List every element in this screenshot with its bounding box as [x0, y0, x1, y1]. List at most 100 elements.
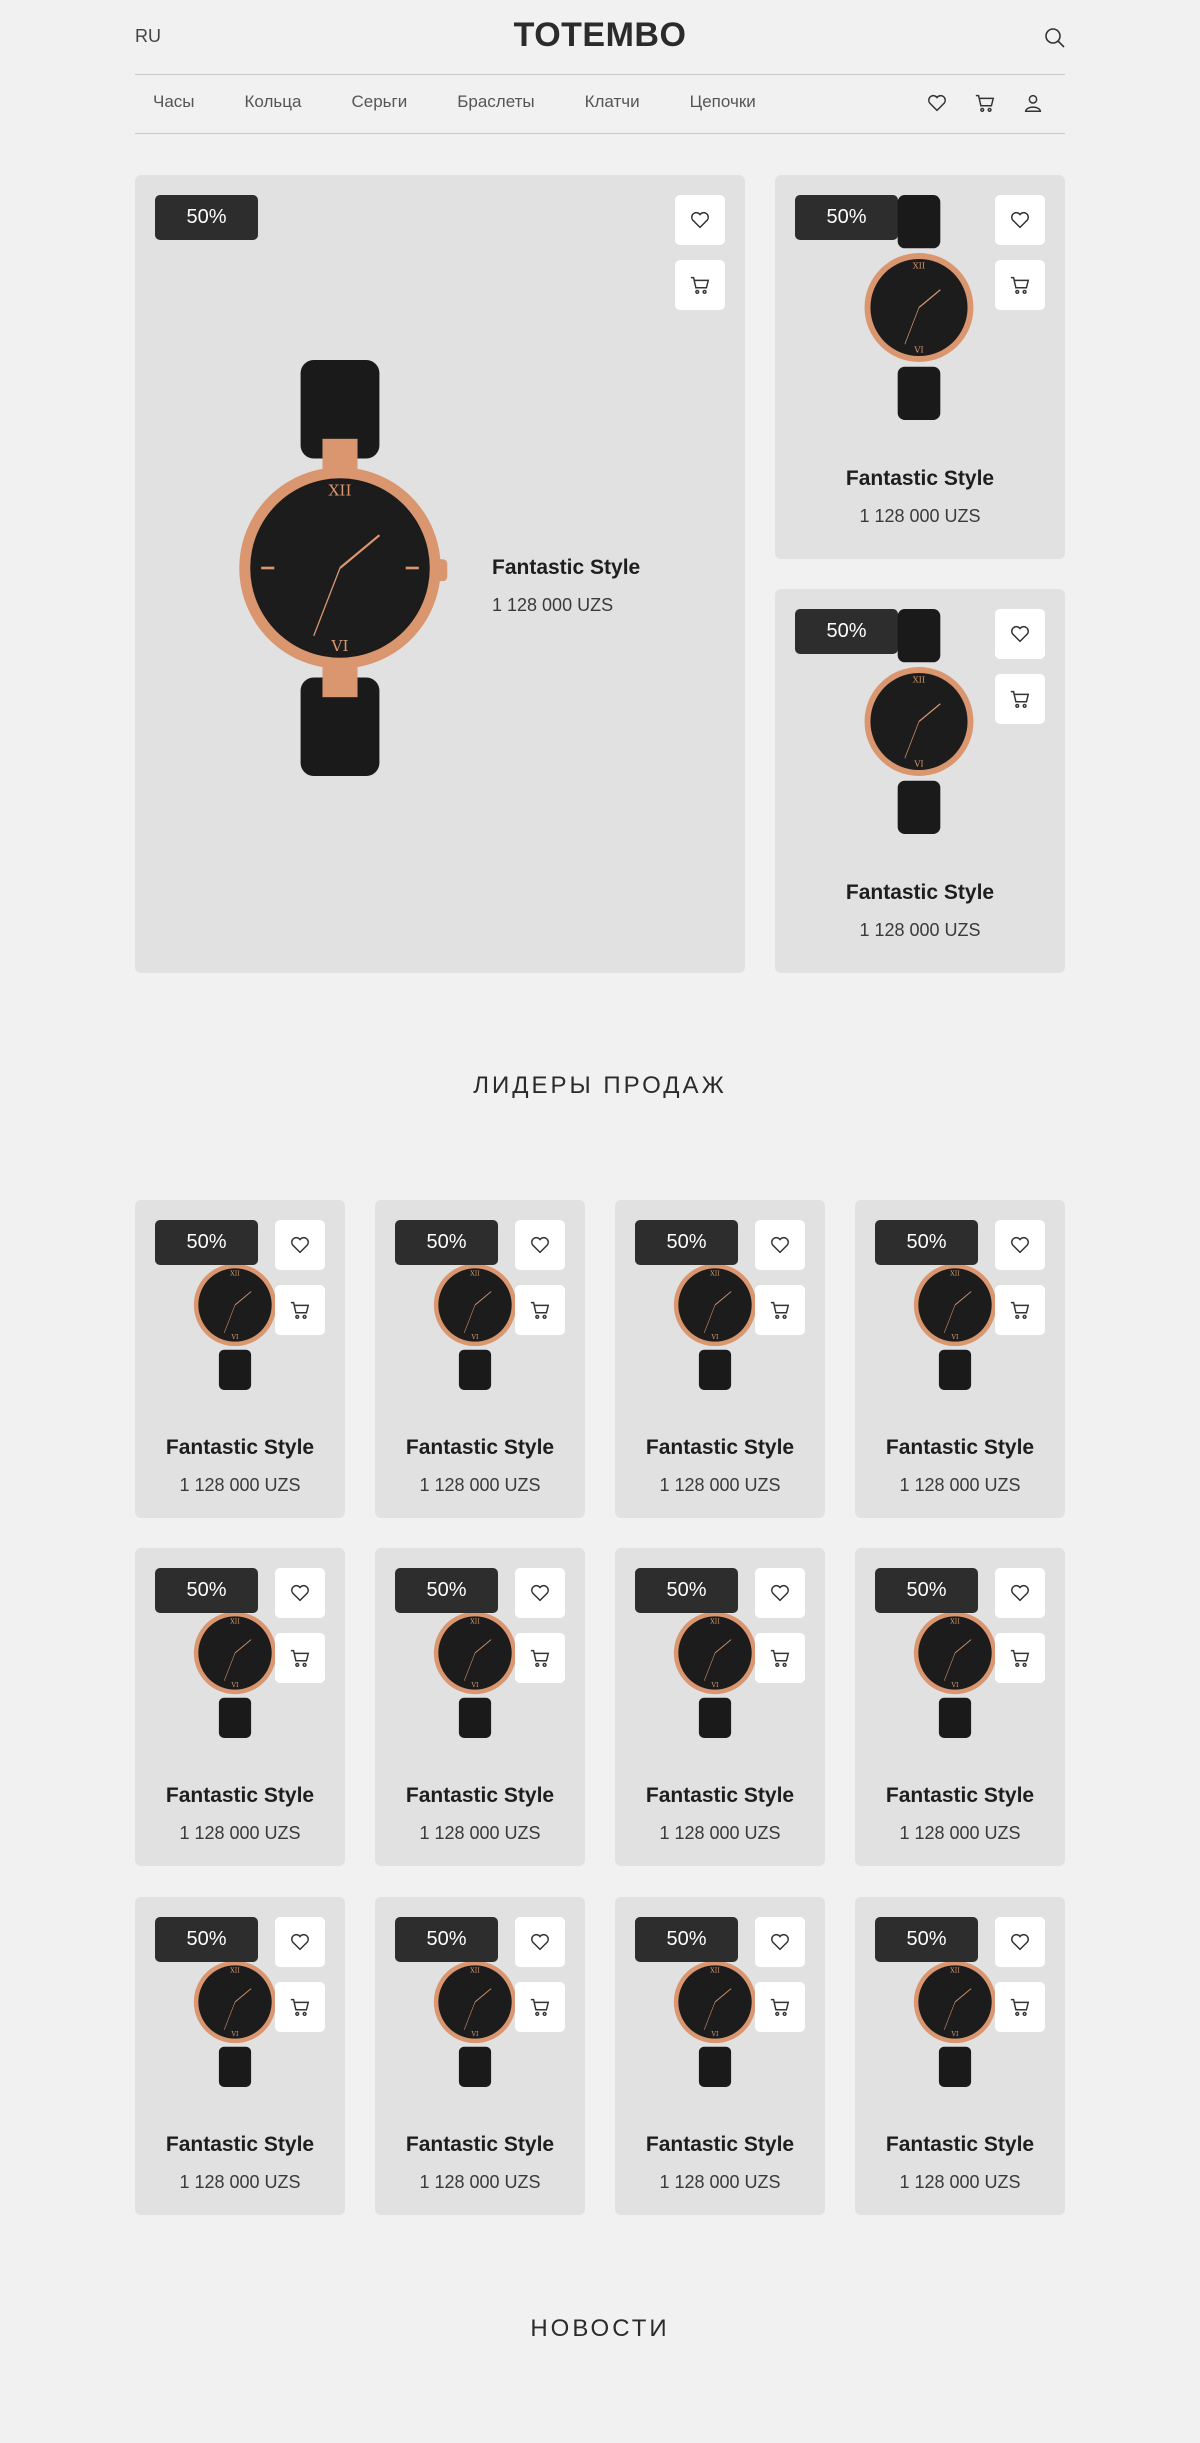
- nav-item-chains[interactable]: Цепочки: [690, 92, 756, 118]
- cart-icon: [1010, 690, 1030, 708]
- product-card[interactable]: XII VI 50% Fantastic Style 1 128 000 UZS: [375, 1548, 585, 1866]
- product-price: 1 128 000 UZS: [492, 595, 614, 615]
- discount-badge: 50%: [155, 195, 258, 240]
- product-title[interactable]: Fantastic Style: [135, 1436, 345, 1460]
- add-to-cart-button[interactable]: [675, 260, 725, 310]
- cart-icon: [770, 1301, 790, 1319]
- favorite-button[interactable]: [275, 1568, 325, 1618]
- svg-text:XII: XII: [913, 674, 925, 684]
- svg-text:VI: VI: [913, 345, 923, 355]
- product-title[interactable]: Fantastic Style: [492, 556, 640, 580]
- add-to-cart-button[interactable]: [755, 1633, 805, 1683]
- featured-side-card[interactable]: 50% XII VI Fantastic Style 1 128 000 UZS: [775, 175, 1065, 559]
- product-title[interactable]: Fantastic Style: [375, 1784, 585, 1808]
- product-card[interactable]: XII VI 50% Fantastic Style 1 128 000 UZS: [615, 1548, 825, 1866]
- user-icon[interactable]: [1022, 92, 1044, 114]
- favorite-button[interactable]: [515, 1917, 565, 1967]
- favorite-button[interactable]: [995, 195, 1045, 245]
- heart-icon: [1011, 1933, 1029, 1951]
- svg-text:VI: VI: [330, 637, 348, 655]
- product-title[interactable]: Fantastic Style: [775, 467, 1065, 491]
- header-divider-bottom: [135, 133, 1065, 134]
- add-to-cart-button[interactable]: [515, 1285, 565, 1335]
- product-card[interactable]: XII VI 50% Fantastic Style 1 128 000 UZS: [855, 1897, 1065, 2215]
- svg-text:VI: VI: [951, 1334, 960, 1341]
- discount-badge: 50%: [395, 1220, 498, 1265]
- favorite-button[interactable]: [995, 1220, 1045, 1270]
- cart-icon: [1010, 1998, 1030, 2016]
- favorite-button[interactable]: [675, 195, 725, 245]
- favorite-button[interactable]: [275, 1917, 325, 1967]
- nav-item-earrings[interactable]: Серьги: [351, 92, 407, 118]
- favorite-button[interactable]: [275, 1220, 325, 1270]
- product-title[interactable]: Fantastic Style: [855, 1784, 1065, 1808]
- product-title[interactable]: Fantastic Style: [375, 1436, 585, 1460]
- svg-text:XII: XII: [470, 1618, 480, 1625]
- favorite-button[interactable]: [755, 1568, 805, 1618]
- svg-text:XII: XII: [950, 1618, 960, 1625]
- favorite-button[interactable]: [515, 1220, 565, 1270]
- product-title[interactable]: Fantastic Style: [855, 1436, 1065, 1460]
- svg-text:VI: VI: [231, 2031, 240, 2038]
- site-logo[interactable]: TOTEMBO: [0, 16, 1200, 55]
- product-price: 1 128 000 UZS: [659, 1475, 781, 1495]
- add-to-cart-button[interactable]: [275, 1982, 325, 2032]
- favorite-button[interactable]: [995, 1568, 1045, 1618]
- heart-icon[interactable]: [926, 92, 948, 114]
- nav-item-bracelets[interactable]: Браслеты: [457, 92, 534, 118]
- heart-icon: [291, 1584, 309, 1602]
- header-divider-top: [135, 74, 1065, 75]
- add-to-cart-button[interactable]: [995, 1285, 1045, 1335]
- add-to-cart-button[interactable]: [995, 1633, 1045, 1683]
- product-card[interactable]: XII VI 50% Fantastic Style 1 128 000 UZS: [615, 1200, 825, 1518]
- product-price: 1 128 000 UZS: [179, 2172, 301, 2192]
- cart-icon[interactable]: [974, 92, 996, 114]
- nav-item-clutches[interactable]: Клатчи: [585, 92, 640, 118]
- product-card[interactable]: XII VI 50% Fantastic Style 1 128 000 UZS: [375, 1200, 585, 1518]
- watch-image: XII VI: [864, 195, 974, 420]
- product-title[interactable]: Fantastic Style: [135, 2133, 345, 2157]
- featured-product-card[interactable]: 50% XII VI Fantastic Style 1 128 000 UZS: [135, 175, 745, 973]
- product-card[interactable]: XII VI 50% Fantastic Style 1 128 000 UZS: [855, 1200, 1065, 1518]
- add-to-cart-button[interactable]: [515, 1633, 565, 1683]
- product-card[interactable]: XII VI 50% Fantastic Style 1 128 000 UZS: [135, 1200, 345, 1518]
- add-to-cart-button[interactable]: [275, 1285, 325, 1335]
- product-title[interactable]: Fantastic Style: [775, 881, 1065, 905]
- nav-item-rings[interactable]: Кольца: [245, 92, 302, 118]
- product-card[interactable]: XII VI 50% Fantastic Style 1 128 000 UZS: [135, 1897, 345, 2215]
- product-card[interactable]: XII VI 50% Fantastic Style 1 128 000 UZS: [135, 1548, 345, 1866]
- product-price: 1 128 000 UZS: [859, 506, 981, 526]
- heart-icon: [1011, 211, 1029, 229]
- favorite-button[interactable]: [755, 1220, 805, 1270]
- product-title[interactable]: Fantastic Style: [135, 1784, 345, 1808]
- product-card[interactable]: XII VI 50% Fantastic Style 1 128 000 UZS: [375, 1897, 585, 2215]
- cart-icon: [530, 1649, 550, 1667]
- product-price: 1 128 000 UZS: [659, 2172, 781, 2192]
- add-to-cart-button[interactable]: [515, 1982, 565, 2032]
- add-to-cart-button[interactable]: [995, 260, 1045, 310]
- add-to-cart-button[interactable]: [755, 1982, 805, 2032]
- search-icon[interactable]: [1043, 26, 1067, 50]
- add-to-cart-button[interactable]: [755, 1285, 805, 1335]
- svg-text:XII: XII: [710, 1618, 720, 1625]
- product-title[interactable]: Fantastic Style: [615, 2133, 825, 2157]
- product-title[interactable]: Fantastic Style: [375, 2133, 585, 2157]
- product-card[interactable]: XII VI 50% Fantastic Style 1 128 000 UZS: [855, 1548, 1065, 1866]
- favorite-button[interactable]: [995, 1917, 1045, 1967]
- product-title[interactable]: Fantastic Style: [615, 1436, 825, 1460]
- svg-text:VI: VI: [471, 1334, 480, 1341]
- favorite-button[interactable]: [755, 1917, 805, 1967]
- nav-item-watches[interactable]: Часы: [153, 92, 195, 118]
- favorite-button[interactable]: [515, 1568, 565, 1618]
- product-title[interactable]: Fantastic Style: [855, 2133, 1065, 2157]
- add-to-cart-button[interactable]: [995, 1982, 1045, 2032]
- discount-badge: 50%: [155, 1568, 258, 1613]
- favorite-button[interactable]: [995, 609, 1045, 659]
- add-to-cart-button[interactable]: [275, 1633, 325, 1683]
- featured-side-card[interactable]: 50% XII VI Fantastic Style 1 128 000 UZS: [775, 589, 1065, 973]
- add-to-cart-button[interactable]: [995, 674, 1045, 724]
- svg-text:VI: VI: [711, 2031, 720, 2038]
- product-title[interactable]: Fantastic Style: [615, 1784, 825, 1808]
- product-card[interactable]: XII VI 50% Fantastic Style 1 128 000 UZS: [615, 1897, 825, 2215]
- svg-text:XII: XII: [230, 1270, 240, 1277]
